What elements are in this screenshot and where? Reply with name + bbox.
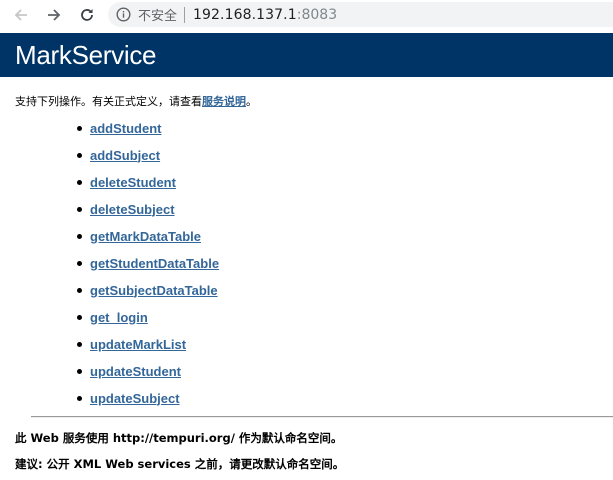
address-bar[interactable]: 不安全 192.168.137.1:8083: [108, 2, 613, 27]
list-item: getSubjectDataTable: [77, 281, 218, 299]
back-arrow-icon: [14, 9, 27, 21]
list-item: getStudentDataTable: [77, 254, 219, 272]
list-item: updateMarkList: [77, 335, 186, 353]
namespace-note: 此 Web 服务使用 http://tempuri.org/ 作为默认命名空间。: [15, 431, 343, 445]
list-item: deleteStudent: [77, 173, 176, 191]
list-item: addStudent: [77, 119, 162, 137]
info-icon[interactable]: [116, 7, 131, 22]
back-button[interactable]: [11, 5, 31, 25]
divider: [31, 416, 613, 418]
operation-link-getSubjectDataTable[interactable]: getSubjectDataTable: [90, 283, 218, 298]
bullet-icon: [77, 206, 82, 212]
operation-link-deleteStudent[interactable]: deleteStudent: [90, 175, 176, 190]
bullet-icon: [77, 341, 82, 347]
list-item: addSubject: [77, 146, 160, 164]
bullet-icon: [77, 125, 82, 131]
operation-link-deleteSubject[interactable]: deleteSubject: [90, 202, 175, 217]
list-item: deleteSubject: [77, 200, 175, 218]
browser-toolbar: 不安全 192.168.137.1:8083: [0, 0, 613, 30]
bullet-icon: [77, 314, 82, 320]
list-item: updateSubject: [77, 389, 180, 407]
bullet-icon: [77, 179, 82, 185]
list-item: getMarkDataTable: [77, 227, 201, 245]
bullet-icon: [77, 368, 82, 374]
reload-button[interactable]: [77, 5, 97, 25]
service-description-link[interactable]: 服务说明: [202, 95, 246, 108]
operation-link-get_login[interactable]: get_login: [90, 310, 148, 325]
operation-link-getStudentDataTable[interactable]: getStudentDataTable: [90, 256, 219, 271]
bullet-icon: [77, 287, 82, 293]
operation-link-addSubject[interactable]: addSubject: [90, 148, 160, 163]
namespace-recommendation: 建议: 公开 XML Web services 之前，请更改默认命名空间。: [15, 457, 345, 471]
bullet-icon: [77, 233, 82, 239]
intro-label: 支持下列操作。有关正式定义，请查看: [15, 95, 202, 108]
operation-link-updateSubject[interactable]: updateSubject: [90, 391, 180, 406]
url-port[interactable]: :8083: [297, 7, 337, 23]
security-label[interactable]: 不安全: [138, 5, 177, 24]
bullet-icon: [77, 152, 82, 158]
bullet-icon: [77, 260, 82, 266]
intro-text: 支持下列操作。有关正式定义，请查看服务说明。: [15, 93, 257, 109]
address-separator: [184, 6, 186, 23]
list-item: get_login: [77, 308, 148, 326]
list-item: updateStudent: [77, 362, 181, 380]
url-host[interactable]: 192.168.137.1: [193, 7, 297, 23]
page-title: MarkService: [15, 40, 157, 70]
operation-link-addStudent[interactable]: addStudent: [90, 121, 162, 136]
bullet-icon: [77, 395, 82, 401]
forward-arrow-icon: [48, 9, 61, 21]
forward-button[interactable]: [44, 5, 64, 25]
intro-end: 。: [246, 95, 257, 108]
reload-icon: [81, 9, 93, 21]
service-header: MarkService: [0, 33, 613, 77]
operation-link-updateStudent[interactable]: updateStudent: [90, 364, 181, 379]
operation-link-getMarkDataTable[interactable]: getMarkDataTable: [90, 229, 201, 244]
operation-link-updateMarkList[interactable]: updateMarkList: [90, 337, 186, 352]
